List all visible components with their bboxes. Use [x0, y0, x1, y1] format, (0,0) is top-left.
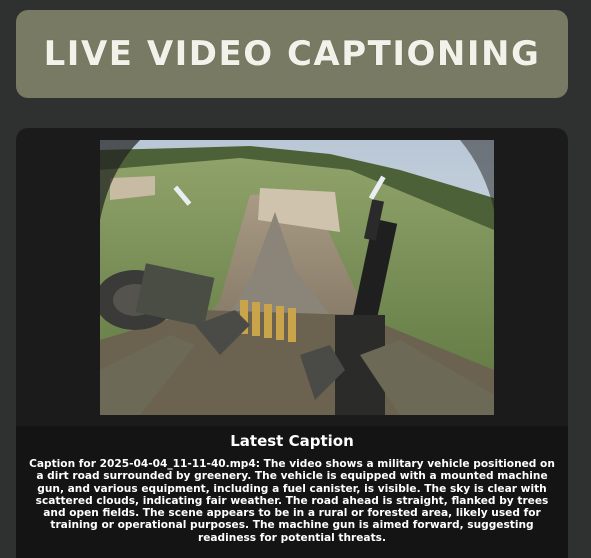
page-title: LIVE VIDEO CAPTIONING: [43, 34, 541, 74]
video-panel: Latest Caption Caption for 2025-04-04_11…: [16, 128, 568, 558]
latest-caption-box: Latest Caption Caption for 2025-04-04_11…: [16, 426, 568, 558]
caption-heading: Latest Caption: [230, 432, 354, 450]
video-frame-image: [100, 140, 494, 415]
video-frame[interactable]: [100, 140, 494, 415]
caption-text: Caption for 2025-04-04_11-11-40.mp4: The…: [29, 458, 555, 544]
app-header: LIVE VIDEO CAPTIONING: [16, 10, 568, 98]
